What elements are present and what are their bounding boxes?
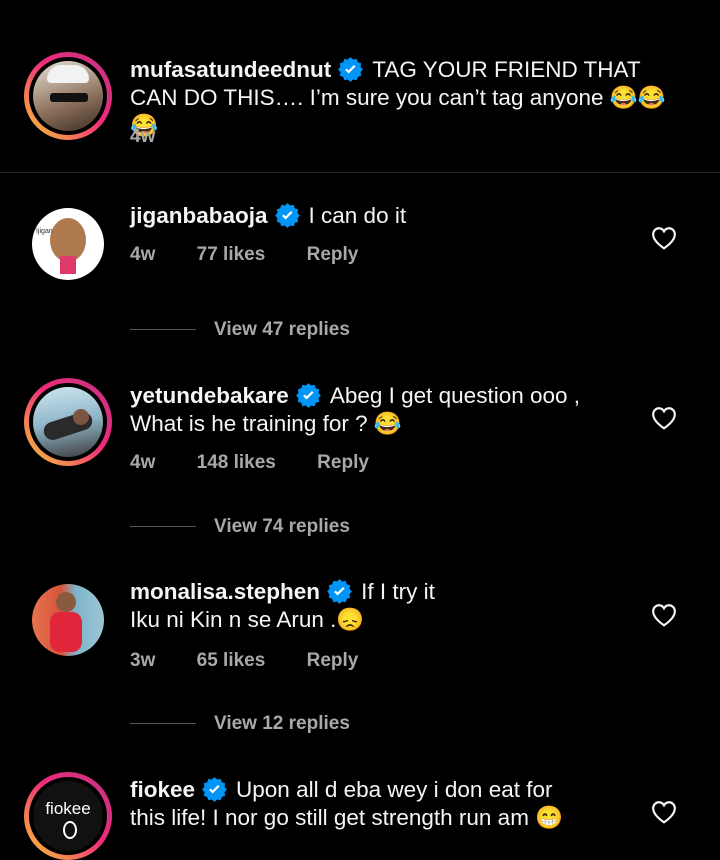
avatar[interactable] bbox=[24, 378, 112, 466]
view-replies-button[interactable]: View 47 replies bbox=[130, 319, 350, 341]
caption-text: mufasatundeednut TAG YOUR FRIEND THAT CAN… bbox=[130, 56, 670, 140]
verified-badge-icon bbox=[202, 777, 227, 802]
view-replies-button[interactable]: View 12 replies bbox=[130, 713, 350, 735]
verified-badge-icon bbox=[274, 203, 300, 228]
timestamp: 4w bbox=[130, 126, 156, 147]
comment-item: yetundebakare Abeg I get question ooo , W… bbox=[0, 378, 720, 538]
caption-comment: mufasatundeednut TAG YOUR FRIEND THAT CAN… bbox=[0, 0, 720, 172]
avatar[interactable] bbox=[24, 576, 112, 664]
heart-icon[interactable] bbox=[651, 800, 677, 824]
replies-line bbox=[130, 723, 196, 725]
username[interactable]: fiokee bbox=[130, 777, 195, 802]
comment-line2: Iku ni Kin n se Arun .😞 bbox=[130, 607, 365, 632]
comment-line2: this life! I nor go still get strength r… bbox=[130, 805, 564, 830]
caption-line2: CAN DO THIS…. I’m sure you can’t tag any… bbox=[130, 85, 666, 138]
replies-line bbox=[130, 526, 196, 528]
divider bbox=[0, 172, 720, 173]
reply-button[interactable]: Reply bbox=[307, 244, 359, 265]
likes-count[interactable]: 77 likes bbox=[197, 244, 266, 265]
view-replies-button[interactable]: View 74 replies bbox=[130, 516, 350, 538]
username[interactable]: yetundebakare bbox=[130, 383, 289, 408]
verified-badge-icon bbox=[327, 579, 352, 604]
avatar[interactable] bbox=[24, 52, 112, 140]
caption-meta: 4w bbox=[130, 126, 191, 148]
avatar[interactable]: Ijigan bbox=[24, 200, 112, 288]
likes-count[interactable]: 148 likes bbox=[197, 452, 276, 473]
comment-meta: 4w 77 likes Reply bbox=[130, 244, 394, 266]
likes-count[interactable]: 65 likes bbox=[197, 650, 266, 671]
comment-text: yetundebakare Abeg I get question ooo , W… bbox=[130, 382, 670, 438]
comment-meta: 4w 148 likes Reply bbox=[130, 452, 405, 474]
verified-badge-icon bbox=[295, 383, 321, 408]
comment-line1: Abeg I get question ooo , bbox=[329, 383, 581, 408]
avatar-logo-text: fiokee bbox=[45, 799, 91, 818]
caption-line1: TAG YOUR FRIEND THAT bbox=[372, 57, 641, 82]
username[interactable]: monalisa.stephen bbox=[130, 579, 320, 604]
comment-text: jiganbabaoja I can do it bbox=[130, 202, 670, 230]
comment-line1: I can do it bbox=[308, 203, 407, 228]
comment-item: fiokee fiokee Upon all d eba wey i don ea… bbox=[0, 772, 720, 860]
comment-meta: 3w 65 likes Reply bbox=[130, 650, 394, 672]
view-replies-label: View 47 replies bbox=[214, 319, 350, 340]
username[interactable]: mufasatundeednut bbox=[130, 57, 331, 82]
timestamp: 3w bbox=[130, 650, 156, 671]
comment-line2: What is he training for ? 😂 bbox=[130, 411, 402, 436]
heart-icon[interactable] bbox=[651, 226, 677, 250]
comment-line1: Upon all d eba wey i don eat for bbox=[236, 777, 553, 802]
comment-line1: If I try it bbox=[361, 579, 435, 604]
verified-badge-icon bbox=[338, 57, 364, 82]
heart-icon[interactable] bbox=[651, 603, 677, 627]
reply-button[interactable]: Reply bbox=[317, 452, 369, 473]
view-replies-label: View 12 replies bbox=[214, 713, 350, 734]
reply-button[interactable]: Reply bbox=[307, 650, 359, 671]
username[interactable]: jiganbabaoja bbox=[130, 203, 268, 228]
timestamp: 4w bbox=[130, 452, 156, 473]
comment-item: Ijigan jiganbabaoja I can do it 4w 77 lik… bbox=[0, 200, 720, 350]
comment-item: monalisa.stephen If I try it Iku ni Kin n… bbox=[0, 576, 720, 736]
replies-line bbox=[130, 329, 196, 331]
comment-text: fiokee Upon all d eba wey i don eat for t… bbox=[130, 776, 670, 832]
heart-icon[interactable] bbox=[651, 406, 677, 430]
comment-text: monalisa.stephen If I try it Iku ni Kin n… bbox=[130, 578, 670, 634]
view-replies-label: View 74 replies bbox=[214, 516, 350, 537]
timestamp: 4w bbox=[130, 244, 156, 265]
avatar[interactable]: fiokee bbox=[24, 772, 112, 860]
